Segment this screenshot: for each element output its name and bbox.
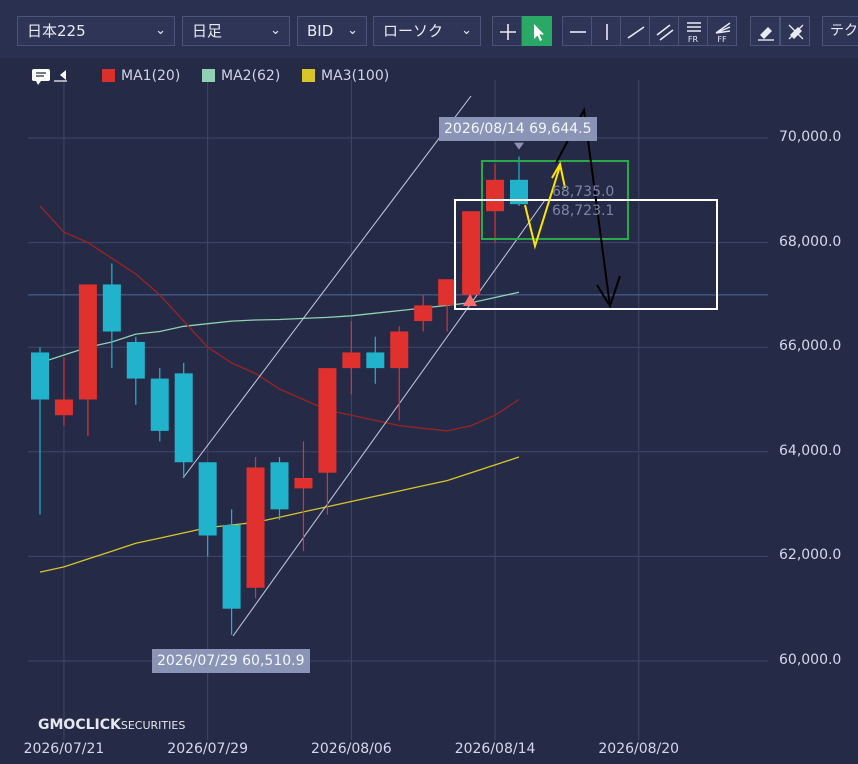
candle-up bbox=[294, 477, 313, 489]
eraser-all-icon bbox=[788, 24, 804, 40]
candle-down bbox=[222, 525, 241, 609]
period-dropdown-value: 日足 bbox=[192, 22, 223, 40]
x-axis-tick-label: 2026/08/14 bbox=[454, 741, 536, 757]
candle-down bbox=[174, 373, 193, 463]
signal-marker-icon bbox=[463, 294, 477, 306]
broker-logo-sub: SECURITIES bbox=[120, 719, 186, 732]
crosshair-button[interactable] bbox=[492, 16, 522, 46]
channel-lower-line bbox=[232, 199, 546, 637]
low-price-callout: 2026/07/29 60,510.9 bbox=[152, 649, 310, 673]
broker-logo: GMOCLICKSECURITIES bbox=[38, 717, 185, 733]
candle-up bbox=[486, 179, 505, 212]
pointer-button[interactable] bbox=[522, 16, 552, 46]
fibonacci-fan-button[interactable]: FF bbox=[707, 16, 737, 46]
last-price-label-1: 68,735.0 bbox=[552, 184, 615, 200]
last-price-label-2: 68,723.1 bbox=[552, 203, 615, 219]
candle-up bbox=[318, 368, 337, 473]
high-price-callout: 2026/08/14 69,644.5 bbox=[439, 117, 597, 141]
erase-all-button[interactable] bbox=[780, 16, 810, 46]
period-dropdown[interactable]: 日足 ⌄ bbox=[182, 16, 290, 46]
legend-ma1-swatch bbox=[102, 69, 115, 82]
chevron-down-icon: ⌄ bbox=[461, 23, 472, 38]
broker-logo-main: GMOCLICK bbox=[38, 717, 121, 733]
legend-ma2-swatch bbox=[202, 69, 215, 82]
candle-up bbox=[54, 399, 73, 416]
fibonacci-retracement-label: FR bbox=[687, 35, 699, 44]
plus-icon bbox=[500, 24, 516, 40]
candle-up bbox=[342, 352, 361, 369]
price-type-dropdown-value: BID bbox=[307, 22, 334, 40]
x-axis-tick-label: 2026/07/21 bbox=[23, 741, 105, 757]
high-marker-icon bbox=[514, 142, 524, 150]
x-axis-tick-label: 2026/07/29 bbox=[167, 741, 248, 757]
legend-ma3-swatch bbox=[302, 69, 315, 82]
legend-ma2[interactable]: MA2(62) bbox=[202, 67, 280, 85]
chart-type-dropdown-value: ローソク bbox=[383, 22, 444, 40]
x-axis-tick-label: 2026/08/20 bbox=[598, 741, 680, 757]
candle-up bbox=[438, 279, 457, 306]
channel-button[interactable] bbox=[649, 16, 679, 46]
trend-line-icon bbox=[627, 26, 645, 39]
legend-ma3[interactable]: MA3(100) bbox=[302, 67, 389, 85]
candle-down bbox=[366, 352, 385, 369]
vertical-line-icon bbox=[606, 24, 608, 40]
legend-ma2-label: MA2(62) bbox=[221, 68, 281, 84]
y-axis-tick-label: 62,000.0 bbox=[779, 547, 842, 564]
candle-down bbox=[150, 378, 169, 431]
chart-type-dropdown[interactable]: ローソク ⌄ bbox=[373, 16, 481, 46]
horizontal-line-icon bbox=[570, 31, 586, 33]
candle-up bbox=[462, 211, 481, 295]
candle-down bbox=[31, 352, 49, 400]
candle-down bbox=[270, 462, 289, 510]
y-axis-tick-label: 70,000.0 bbox=[779, 129, 842, 145]
eraser-button[interactable] bbox=[750, 16, 780, 46]
chevron-down-icon: ⌄ bbox=[347, 23, 358, 38]
candle-up bbox=[78, 284, 97, 400]
cursor-arrow-icon bbox=[534, 24, 544, 41]
candle-down bbox=[102, 284, 121, 332]
chevron-down-icon: ⌄ bbox=[155, 23, 166, 38]
fibonacci-fan-label: FF bbox=[717, 35, 727, 44]
symbol-dropdown[interactable]: 日本225 ⌄ bbox=[17, 16, 175, 46]
parallel-lines-icon bbox=[656, 24, 674, 41]
legend-ma1[interactable]: MA1(20) bbox=[102, 67, 180, 85]
candle-up bbox=[390, 331, 409, 369]
symbol-dropdown-value: 日本225 bbox=[27, 22, 86, 40]
candle-up bbox=[414, 305, 433, 322]
candle-up bbox=[246, 467, 265, 588]
x-axis-tick-label: 2026/08/06 bbox=[310, 741, 392, 757]
eraser-icon bbox=[758, 27, 774, 41]
fibonacci-retracement-button[interactable]: FR bbox=[678, 16, 708, 46]
legend-ma3-label: MA3(100) bbox=[321, 68, 390, 84]
vertical-line-button[interactable] bbox=[591, 16, 621, 46]
y-axis-tick-label: 64,000.0 bbox=[779, 442, 842, 459]
y-axis-tick-label: 66,000.0 bbox=[779, 338, 842, 355]
candle-down bbox=[126, 341, 145, 379]
y-axis-tick-label: 60,000.0 bbox=[779, 652, 842, 668]
candle-down bbox=[198, 462, 217, 536]
y-axis-tick-label: 68,000.0 bbox=[779, 233, 842, 250]
price-type-dropdown[interactable]: BID ⌄ bbox=[297, 16, 367, 46]
trend-line-button[interactable] bbox=[620, 16, 650, 46]
horizontal-line-button[interactable] bbox=[562, 16, 592, 46]
legend-ma1-label: MA1(20) bbox=[121, 68, 181, 84]
price-chart[interactable] bbox=[0, 58, 858, 764]
chevron-down-icon: ⌄ bbox=[270, 23, 281, 38]
technical-button[interactable]: テクニ bbox=[822, 16, 858, 46]
chart-toolbar: 日本225 ⌄ 日足 ⌄ BID ⌄ ローソク ⌄ FR FF テク bbox=[0, 0, 858, 58]
chat-icon[interactable] bbox=[30, 67, 68, 90]
